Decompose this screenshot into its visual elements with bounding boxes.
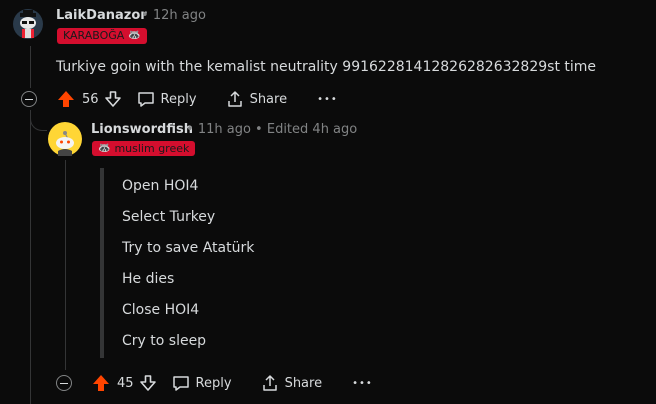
flair-text: muslim greek — [114, 141, 190, 155]
comment-actions: 56 Reply Share ••• — [21, 87, 338, 111]
vote-count: 56 — [82, 91, 99, 107]
upvote-icon[interactable] — [91, 373, 111, 393]
quote-line: Close HOI4 — [122, 302, 200, 318]
share-icon — [262, 375, 277, 391]
comment-meta: • 12h ago — [141, 8, 206, 23]
avatar[interactable] — [48, 122, 82, 156]
comment-timestamp: 12h ago — [152, 8, 206, 23]
reply-label: Reply — [160, 91, 197, 107]
collapse-thread-icon[interactable] — [56, 375, 72, 391]
downvote-icon[interactable] — [103, 89, 123, 109]
comment-timestamp: 11h ago — [197, 122, 251, 137]
share-icon — [227, 91, 242, 107]
quote-line: He dies — [122, 271, 175, 287]
share-label: Share — [249, 91, 288, 107]
more-options-icon: ••• — [317, 93, 338, 105]
flair-emoji: 🦝 — [128, 30, 141, 41]
quote-line: Select Turkey — [122, 209, 216, 225]
meta-separator: • — [186, 122, 194, 137]
more-options-icon: ••• — [352, 377, 373, 389]
edited-timestamp: Edited 4h ago — [266, 122, 358, 137]
vote-count: 45 — [117, 375, 134, 391]
quote-line: Cry to sleep — [122, 333, 207, 349]
share-label: Share — [284, 375, 323, 391]
thread-line-reply — [65, 160, 66, 370]
reply-icon — [172, 376, 189, 391]
quote-line: Try to save Atatürk — [122, 240, 255, 256]
meta-separator: • — [255, 122, 263, 137]
collapse-thread-icon[interactable] — [21, 91, 37, 107]
comment-username[interactable]: Lionswordfish — [91, 122, 193, 137]
meta-separator: • — [141, 8, 149, 23]
share-button[interactable]: Share — [226, 90, 288, 108]
more-options-button[interactable]: ••• — [317, 94, 338, 105]
downvote-icon[interactable] — [138, 373, 158, 393]
comment-body: Turkiye goin with the kemalist neutralit… — [56, 59, 597, 75]
user-flair: KARABOĞA 🦝 — [57, 28, 147, 44]
comment-username[interactable]: LaikDanazor — [56, 8, 147, 23]
flair-text: KARABOĞA — [63, 29, 125, 42]
comment-actions: 45 Reply Share ••• — [56, 371, 373, 395]
user-flair: 🦝 muslim greek — [92, 141, 196, 156]
more-options-button[interactable]: ••• — [352, 378, 373, 389]
share-button[interactable]: Share — [261, 374, 323, 392]
reply-label: Reply — [195, 375, 232, 391]
reply-button[interactable]: Reply — [172, 374, 232, 392]
upvote-icon[interactable] — [56, 89, 76, 109]
reply-button[interactable]: Reply — [137, 90, 197, 108]
quote-line: Open HOI4 — [122, 178, 199, 194]
thread-line-main-lower — [30, 110, 31, 404]
reply-icon — [137, 92, 154, 107]
flair-emoji: 🦝 — [98, 142, 111, 154]
blockquote-bar — [100, 168, 104, 358]
avatar[interactable] — [13, 9, 43, 39]
comment-meta: • 11h ago • Edited 4h ago — [186, 122, 357, 137]
thread-branch-curve — [30, 110, 47, 131]
thread-line-main — [30, 46, 31, 88]
